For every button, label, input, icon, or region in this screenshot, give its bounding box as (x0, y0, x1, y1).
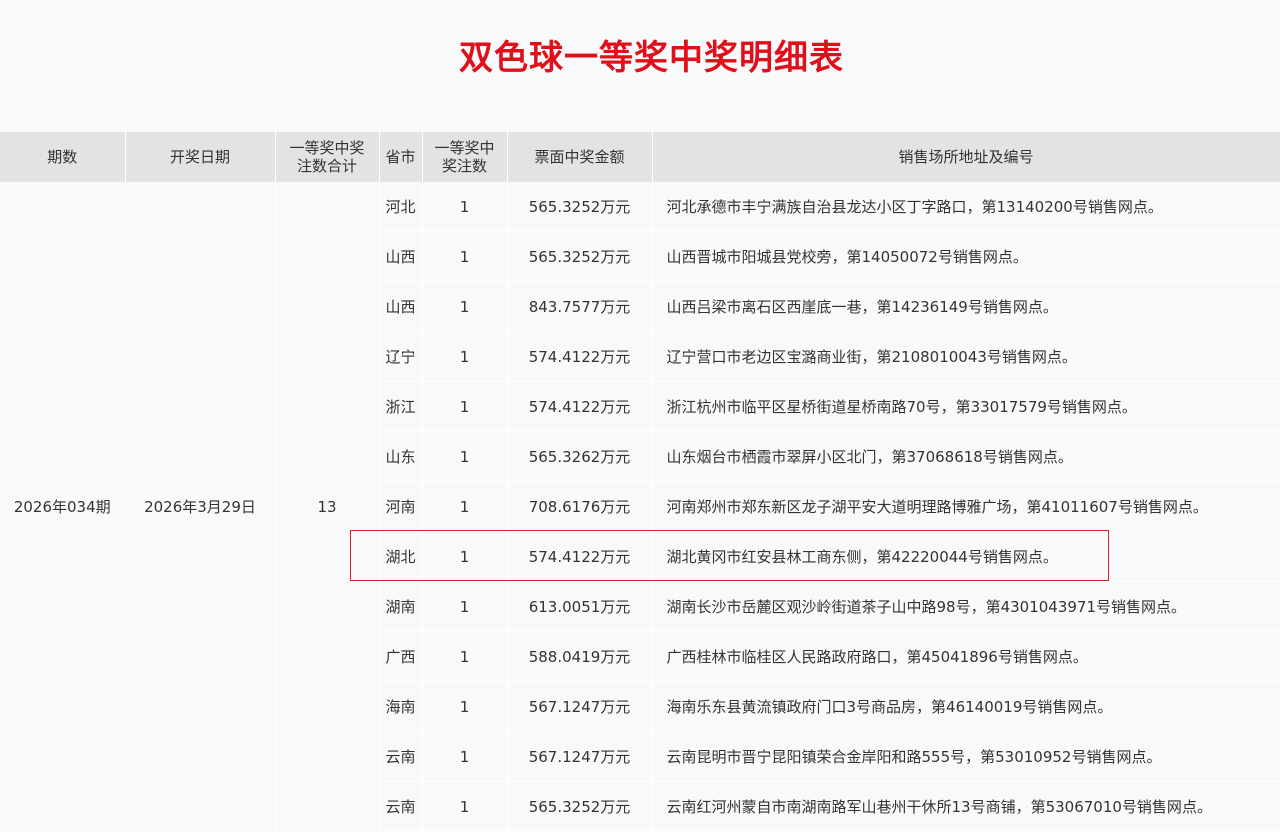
amount-cell: 565.3252万元 (507, 231, 653, 282)
count-cell: 1 (422, 581, 508, 632)
count-cell: 1 (422, 431, 508, 482)
address-cell: 云南昆明市晋宁昆阳镇荣合金岸阳和路555号，第53010952号销售网点。 (652, 731, 1280, 782)
address-cell: 山东烟台市栖霞市翠屏小区北门，第37068618号销售网点。 (652, 431, 1280, 482)
header-period: 期数 (0, 132, 126, 182)
province-cell: 河北 (379, 182, 423, 232)
table-row: 2026年034期 2026年3月29日 13 河北 1 565.3252万元 … (0, 182, 1280, 832)
amount-cell: 565.3262万元 (507, 431, 653, 482)
address-cell: 河南郑州市郑东新区龙子湖平安大道明理路博雅广场，第41011607号销售网点。 (652, 481, 1280, 532)
amount-cell: 567.1247万元 (507, 681, 653, 732)
province-cell: 河南 (379, 481, 423, 532)
province-cell: 云南 (379, 731, 423, 782)
count-cell: 1 (422, 331, 508, 382)
amount-cell: 565.3252万元 (507, 781, 653, 832)
table-body: 2026年034期 2026年3月29日 13 河北 1 565.3252万元 … (0, 182, 1280, 832)
count-cell: 1 (422, 481, 508, 532)
header-total: 一等奖中奖注数合计 (275, 132, 380, 182)
amount-cell: 574.4122万元 (507, 381, 653, 432)
address-cell: 海南乐东县黄流镇政府门口3号商品房，第46140019号销售网点。 (652, 681, 1280, 732)
province-cell: 云南 (379, 781, 423, 832)
province-cell: 湖北 (379, 531, 423, 582)
header-amount: 票面中奖金额 (507, 132, 653, 182)
count-cell: 1 (422, 381, 508, 432)
address-cell: 山西吕梁市离石区西崖底一巷，第14236149号销售网点。 (652, 281, 1280, 332)
province-cell: 山西 (379, 231, 423, 282)
address-cell: 山西晋城市阳城县党校旁，第14050072号销售网点。 (652, 231, 1280, 282)
province-cell: 山东 (379, 431, 423, 482)
address-cell: 河北承德市丰宁满族自治县龙达小区丁字路口，第13140200号销售网点。 (652, 182, 1280, 232)
amount-cell: 588.0419万元 (507, 631, 653, 682)
header-total-label: 一等奖中奖注数合计 (289, 139, 365, 175)
page-title: 双色球一等奖中奖明细表 (459, 38, 844, 78)
province-cell: 海南 (379, 681, 423, 732)
province-cell: 广西 (379, 631, 423, 682)
amount-cell: 613.0051万元 (507, 581, 653, 632)
amount-cell: 843.7577万元 (507, 281, 653, 332)
count-cell: 1 (422, 231, 508, 282)
count-cell: 1 (422, 182, 508, 232)
count-cell: 1 (422, 681, 508, 732)
amount-cell: 567.1247万元 (507, 731, 653, 782)
province-cell: 湖南 (379, 581, 423, 632)
province-cell: 辽宁 (379, 331, 423, 382)
count-cell: 1 (422, 631, 508, 682)
amount-cell: 565.3252万元 (507, 182, 653, 232)
address-cell: 湖南长沙市岳麓区观沙岭街道茶子山中路98号，第4301043971号销售网点。 (652, 581, 1280, 632)
address-cell: 云南红河州蒙自市南湖南路军山巷州干休所13号商铺，第53067010号销售网点。 (652, 781, 1280, 832)
amount-cell: 574.4122万元 (507, 331, 653, 382)
address-cell: 湖北黄冈市红安县林工商东侧，第42220044号销售网点。 (652, 531, 1280, 582)
winners-table: 期数 开奖日期 一等奖中奖注数合计 省市 一等奖中奖注数 票面中奖金额 销售场所… (0, 132, 1280, 832)
header-count: 一等奖中奖注数 (422, 132, 508, 182)
header-address: 销售场所地址及编号 (652, 132, 1280, 182)
province-cell: 浙江 (379, 381, 423, 432)
amount-cell: 574.4122万元 (507, 531, 653, 582)
address-cell: 辽宁营口市老边区宝潞商业街，第2108010043号销售网点。 (652, 331, 1280, 382)
count-cell: 1 (422, 781, 508, 832)
total-cell: 13 (275, 182, 380, 832)
address-cell: 浙江杭州市临平区星桥街道星桥南路70号，第33017579号销售网点。 (652, 381, 1280, 432)
count-cell: 1 (422, 731, 508, 782)
header-date: 开奖日期 (125, 132, 276, 182)
count-cell: 1 (422, 281, 508, 332)
address-cell: 广西桂林市临桂区人民路政府路口，第45041896号销售网点。 (652, 631, 1280, 682)
province-cell: 山西 (379, 281, 423, 332)
period-cell: 2026年034期 (0, 182, 126, 832)
count-cell: 1 (422, 531, 508, 582)
table-header-row: 期数 开奖日期 一等奖中奖注数合计 省市 一等奖中奖注数 票面中奖金额 销售场所… (0, 132, 1280, 182)
header-province: 省市 (379, 132, 423, 182)
amount-cell: 708.6176万元 (507, 481, 653, 532)
date-cell: 2026年3月29日 (125, 182, 276, 832)
header-count-label: 一等奖中奖注数 (434, 139, 495, 175)
